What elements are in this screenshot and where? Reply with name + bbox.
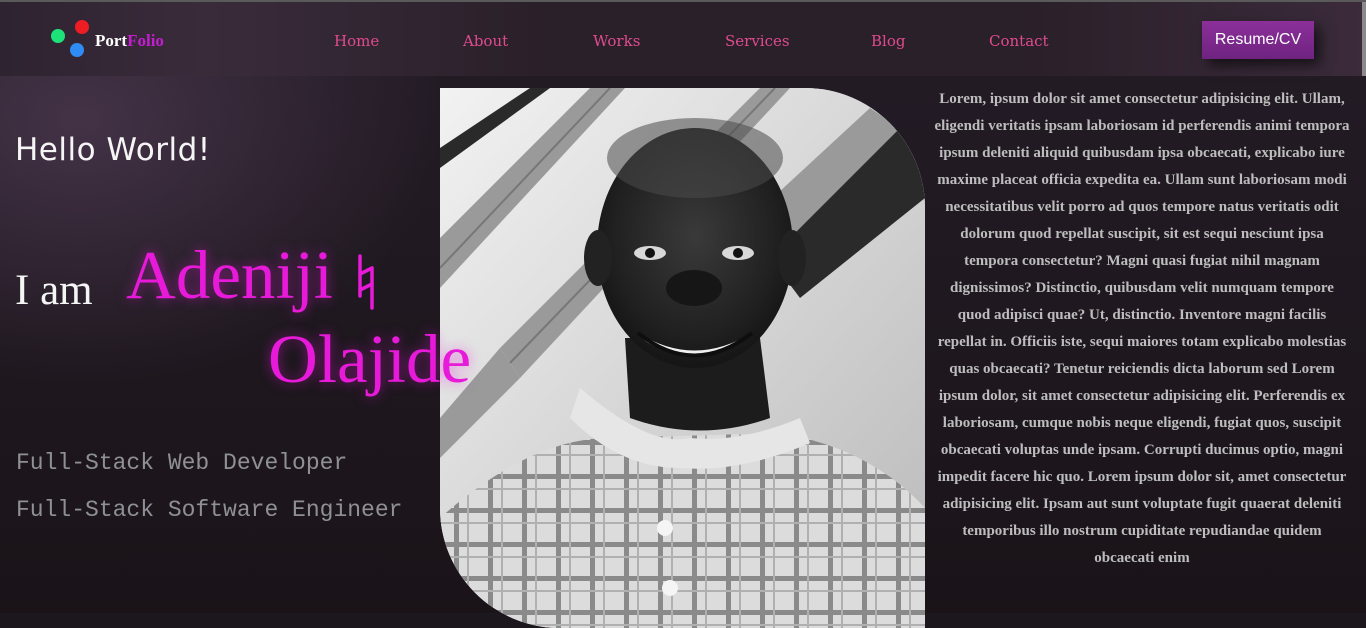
logo-dot-green-icon [51,29,65,43]
logo-text: PortFolio [95,31,164,51]
hero-name-last: Olajide [268,321,472,397]
logo[interactable]: PortFolio [50,20,190,60]
about-paragraph: Lorem, ipsum dolor sit amet consectetur … [934,91,1350,566]
nav-link-contact[interactable]: Contact [989,32,1049,50]
hero-greeting: Hello World! [15,132,211,168]
logo-dot-blue-icon [70,43,84,57]
nav-link-services[interactable]: Services [725,32,790,50]
nav-link-blog[interactable]: Blog [871,32,905,50]
nav-link-home[interactable]: Home [334,32,379,50]
hero-role-2: Full-Stack Software Engineer [16,497,403,523]
top-border [0,0,1366,2]
navbar: PortFolio Home About Works Services Blog… [0,2,1366,76]
hero-intro: I am [15,267,93,314]
typing-cursor-icon [358,254,374,310]
hero-role-1: Full-Stack Web Developer [16,450,348,476]
logo-text-folio: Folio [127,31,164,50]
resume-cv-button[interactable]: Resume/CV [1202,21,1314,59]
nav-link-works[interactable]: Works [593,32,640,50]
profile-photo-image [440,88,925,628]
window-edge [1362,2,1366,76]
logo-text-port: Port [95,31,128,50]
nav-link-about[interactable]: About [463,32,508,50]
logo-dot-red-icon [75,20,89,34]
profile-photo [440,88,925,628]
hero-name-first: Adeniji [126,237,333,313]
